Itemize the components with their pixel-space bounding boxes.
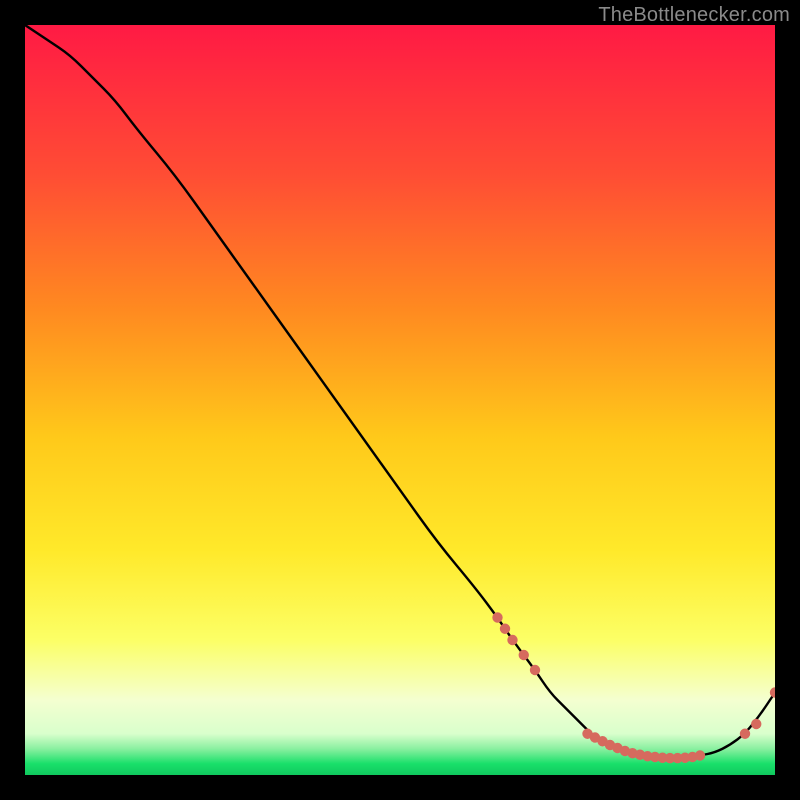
marker-dot: [500, 624, 510, 634]
bottleneck-curve: [25, 25, 775, 758]
marker-dot: [519, 650, 529, 660]
marker-dot: [492, 612, 502, 622]
marker-dot: [751, 719, 761, 729]
curve-layer: [25, 25, 775, 775]
marker-dot: [530, 665, 540, 675]
highlight-markers: [492, 612, 775, 763]
chart-frame: TheBottlenecker.com: [0, 0, 800, 800]
marker-dot: [740, 729, 750, 739]
marker-dot: [770, 687, 775, 697]
marker-dot: [695, 750, 705, 760]
plot-area: [25, 25, 775, 775]
marker-dot: [507, 635, 517, 645]
attribution-label: TheBottlenecker.com: [598, 4, 790, 27]
